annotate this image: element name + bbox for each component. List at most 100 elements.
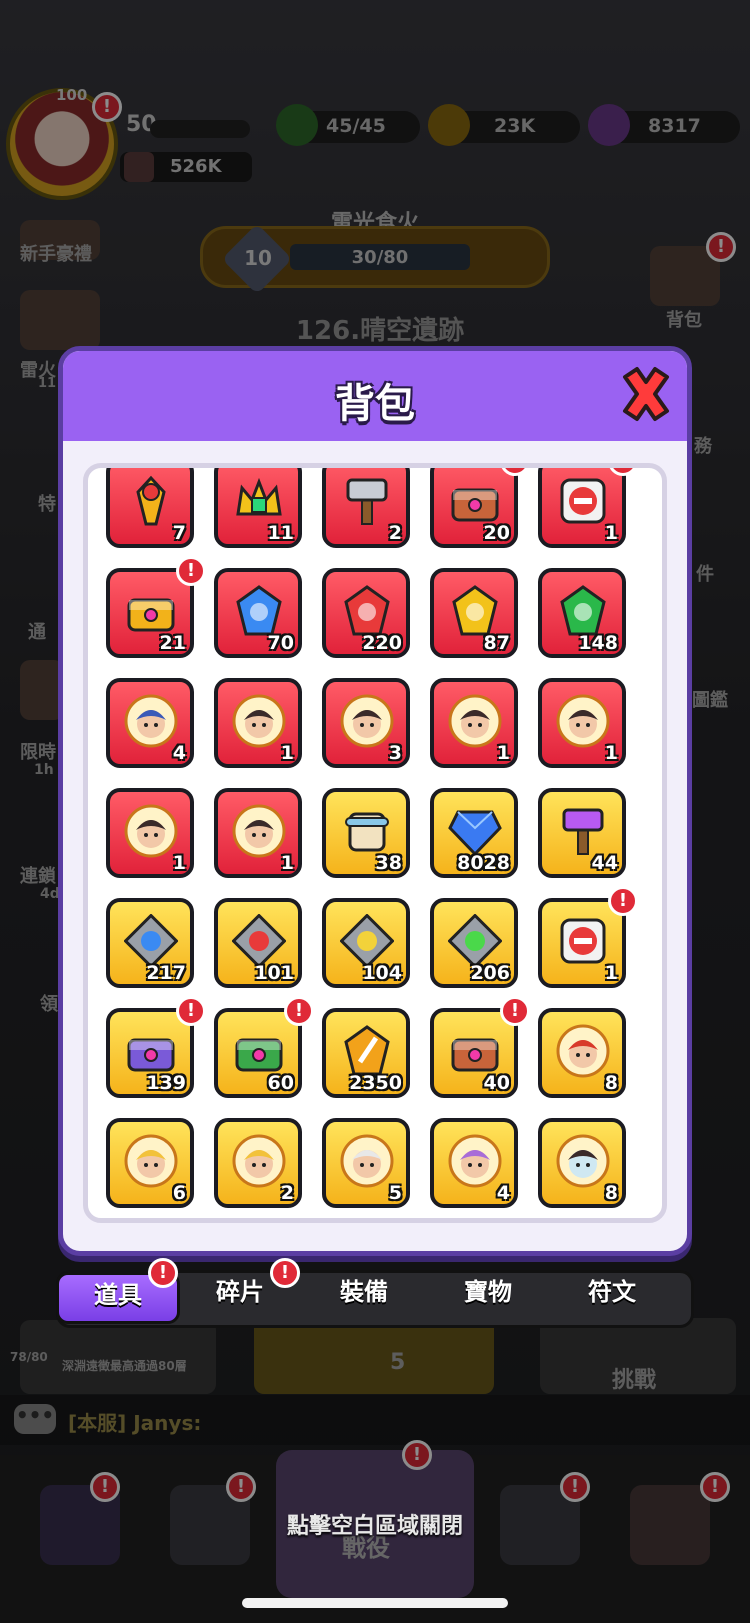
inventory-slot[interactable]: 6 [106,1118,194,1208]
event-level: 10 [244,246,272,270]
inventory-slot[interactable]: 2 [322,468,410,548]
inventory-slot[interactable]: 4 [430,1118,518,1208]
inventory-slot[interactable]: 87 [430,568,518,658]
abyss-text: 深淵遠徵最高通過80層 [62,1359,187,1373]
cards-alert-icon: ! [90,1472,120,1502]
side-label-chain[interactable]: 連鎖 [20,862,56,888]
item-count: 2 [280,1182,294,1204]
backpack-modal: 背包 711220!1!21!7022087148413111138802844… [58,346,692,1256]
coin-icon [428,104,470,146]
stamina-cost: 5 [390,1350,406,1375]
knight-card-icon [556,914,610,968]
inventory-slot[interactable]: 1 [538,468,626,548]
ice-crystal-icon [232,584,286,638]
ice-rune-icon [123,913,179,969]
side-label-quest[interactable]: 務 [694,432,712,458]
chat-message: [本服] Janys: [68,1411,202,1435]
inventory-slot[interactable]: 4 [106,678,194,768]
item-count: 70 [267,632,294,654]
side-label-codex[interactable]: 圖鑑 [692,686,728,712]
item-count: 87 [483,632,510,654]
item-count: 4 [496,1182,510,1204]
challenge-label[interactable]: 挑戰 [612,1362,656,1394]
inventory-slot[interactable]: 7 [106,468,194,548]
power-value: 526K [170,156,222,177]
side-label-claim[interactable]: 領 [40,990,58,1016]
inventory-slot[interactable]: 44 [538,788,626,878]
inventory-slot[interactable]: 2350 [322,1008,410,1098]
inventory-slot[interactable]: 101 [214,898,302,988]
inventory-slot[interactable]: 5 [322,1118,410,1208]
inventory-slot[interactable]: 148 [538,568,626,658]
inventory-slot[interactable]: 38 [322,788,410,878]
gem-icon [588,104,630,146]
thunder-fire-icon[interactable] [20,290,100,350]
side-label-pass[interactable]: 通 [28,618,46,644]
fire-rune-icon [231,913,287,969]
inventory-slot[interactable]: 3 [322,678,410,768]
item-count: 5 [388,1182,402,1204]
inventory-slot[interactable]: 217 [106,898,194,988]
item-count: 1 [280,742,294,764]
chat-icon[interactable]: ••• [14,1404,56,1434]
shield-icon [124,152,154,182]
emerald-crown-icon [232,474,286,528]
gold-hero-shard-icon [124,804,178,858]
scroll-icon [340,804,394,858]
inventory-slot[interactable]: 206 [430,898,518,988]
side-label-mail[interactable]: 件 [696,560,714,586]
inventory-slot[interactable]: 1 [214,678,302,768]
inventory-slot[interactable]: 1 [538,678,626,768]
shop-alert-icon: ! [700,1472,730,1502]
inventory-slot[interactable]: 8028 [430,788,518,878]
player-exp-bar [150,120,250,138]
item-count: 8028 [457,852,510,874]
battle-alert-icon: ! [402,1440,432,1470]
side-label-newbie[interactable]: 新手豪禮 [20,240,92,266]
castle-alert-icon: ! [560,1472,590,1502]
inventory-slot[interactable]: 70 [214,568,302,658]
side-label-backpack[interactable]: 背包 [666,306,702,332]
item-grid-frame[interactable]: 711220!1!21!7022087148413111138802844217… [83,463,667,1223]
item-count: 148 [578,632,618,654]
item-count: 7 [172,522,186,544]
inventory-slot[interactable]: 8 [538,1118,626,1208]
shop-nav-icon[interactable] [630,1485,710,1565]
inventory-slot[interactable]: 1 [214,788,302,878]
wind-crystal-icon [556,584,610,638]
tab-4[interactable]: 符文 [550,1272,674,1324]
battle-stamina-panel[interactable] [254,1318,494,1394]
tab-2[interactable]: 裝備 [302,1272,426,1324]
blue-diamond-icon [448,804,502,858]
inventory-slot[interactable]: 2 [214,1118,302,1208]
blue-hero-shard-icon [124,694,178,748]
lightning-crystal-icon [448,584,502,638]
inventory-slot[interactable]: 8 [538,1008,626,1098]
side-label-limited[interactable]: 限時 [20,738,56,764]
item-count: 60 [267,1072,294,1094]
close-hint: 點擊空白區域關閉 [286,1514,463,1539]
inventory-slot[interactable]: 1 [430,678,518,768]
golden-hero-shard-icon [232,1134,286,1188]
inventory-slot[interactable]: 20 [430,468,518,548]
side-label-special[interactable]: 特 [38,490,56,516]
tab-alert-icon: ! [270,1258,300,1288]
close-icon[interactable] [615,363,677,425]
inventory-slot[interactable]: 104 [322,898,410,988]
item-count: 44 [591,852,618,874]
item-count: 40 [483,1072,510,1094]
item-count: 1 [604,522,618,544]
tab-3[interactable]: 寶物 [426,1272,550,1324]
event-progress-text: 30/80 [351,247,409,268]
gem-value: 8317 [648,115,701,137]
inventory-slot[interactable]: 11 [214,468,302,548]
backpack-alert-icon: ! [706,232,736,262]
item-count: 8 [604,1072,618,1094]
girl-hero-shard-icon [232,804,286,858]
side-timer-4d: 4d [40,886,60,902]
knight-card-icon [556,474,610,528]
heroes-alert-icon: ! [226,1472,256,1502]
golden-chest-icon [124,584,178,638]
inventory-slot[interactable]: 220 [322,568,410,658]
inventory-slot[interactable]: 1 [106,788,194,878]
